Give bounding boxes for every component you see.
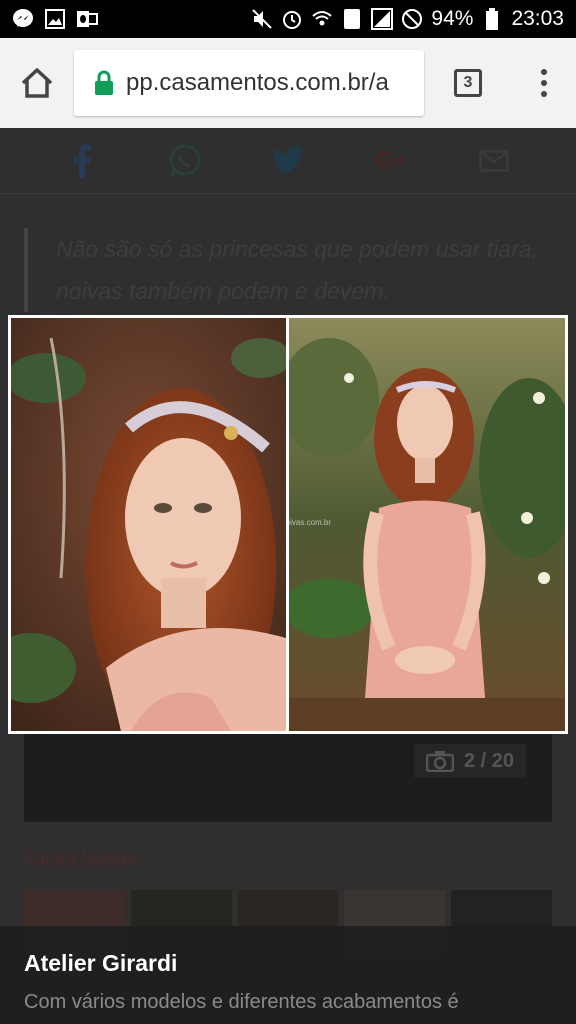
caption-panel: Atelier Girardi Com vários modelos e dif… [0,926,576,1024]
screen: 94% 23:03 pp.casamentos.com.br/a 3 G+ Nã… [0,0,576,1024]
status-bar: 94% 23:03 [0,0,576,38]
mute-icon [251,8,273,30]
photo-closeup [11,318,286,731]
browser-toolbar: pp.casamentos.com.br/a 3 [0,38,576,128]
lock-icon [95,70,113,95]
home-button[interactable] [0,38,74,128]
battery-icon [481,8,503,30]
gallery-icon [44,8,66,30]
menu-dot [541,80,547,86]
tab-count: 3 [454,69,482,97]
system-icons: 94% 23:03 [251,7,564,31]
battery-percent: 94% [431,7,474,30]
overflow-menu-button[interactable] [512,38,576,128]
blocked-icon [401,8,423,30]
article-quote: Não são só as princesas que podem usar t… [24,228,544,312]
no-signal-icon [371,8,394,30]
whatsapp-icon[interactable] [165,141,205,181]
menu-dot [541,69,547,75]
camera-icon [425,751,454,772]
home-icon [21,68,53,98]
tab-switcher-button[interactable]: 3 [424,38,512,128]
twitter-icon[interactable] [268,141,308,181]
menu-dot [541,91,547,97]
caption-text: Com vários modelos e diferentes acabamen… [24,991,459,1013]
photo-watermark: zataranoivas.com.br [289,518,332,527]
photo-fullbody: zataranoivas.com.br [289,318,565,731]
messenger-icon [12,8,34,30]
alarm-icon [281,8,303,30]
email-icon[interactable] [474,141,514,181]
gallery-strip: 2 / 20 [24,728,552,822]
quote-text: Não são só as princesas que podem usar t… [56,236,538,304]
url-text: pp.casamentos.com.br/a [126,69,389,96]
wifi-icon [311,8,333,30]
url-bar[interactable]: pp.casamentos.com.br/a [74,50,424,116]
credit-link[interactable]: Zatara Noivas [24,848,136,869]
outlook-icon [76,8,98,30]
googleplus-label: G+ [374,146,408,174]
caption-title: Atelier Girardi [24,950,178,976]
lightbox-image[interactable]: zataranoivas.com.br [8,315,568,734]
notification-icons [12,8,98,30]
share-bar: G+ [0,128,576,194]
clock: 23:03 [511,7,564,30]
gallery-counter: 2 / 20 [413,744,526,778]
gallery-counter-text: 2 / 20 [463,749,514,772]
googleplus-icon[interactable]: G+ [371,141,411,181]
facebook-icon[interactable] [62,141,102,181]
sim-icon [341,8,363,30]
